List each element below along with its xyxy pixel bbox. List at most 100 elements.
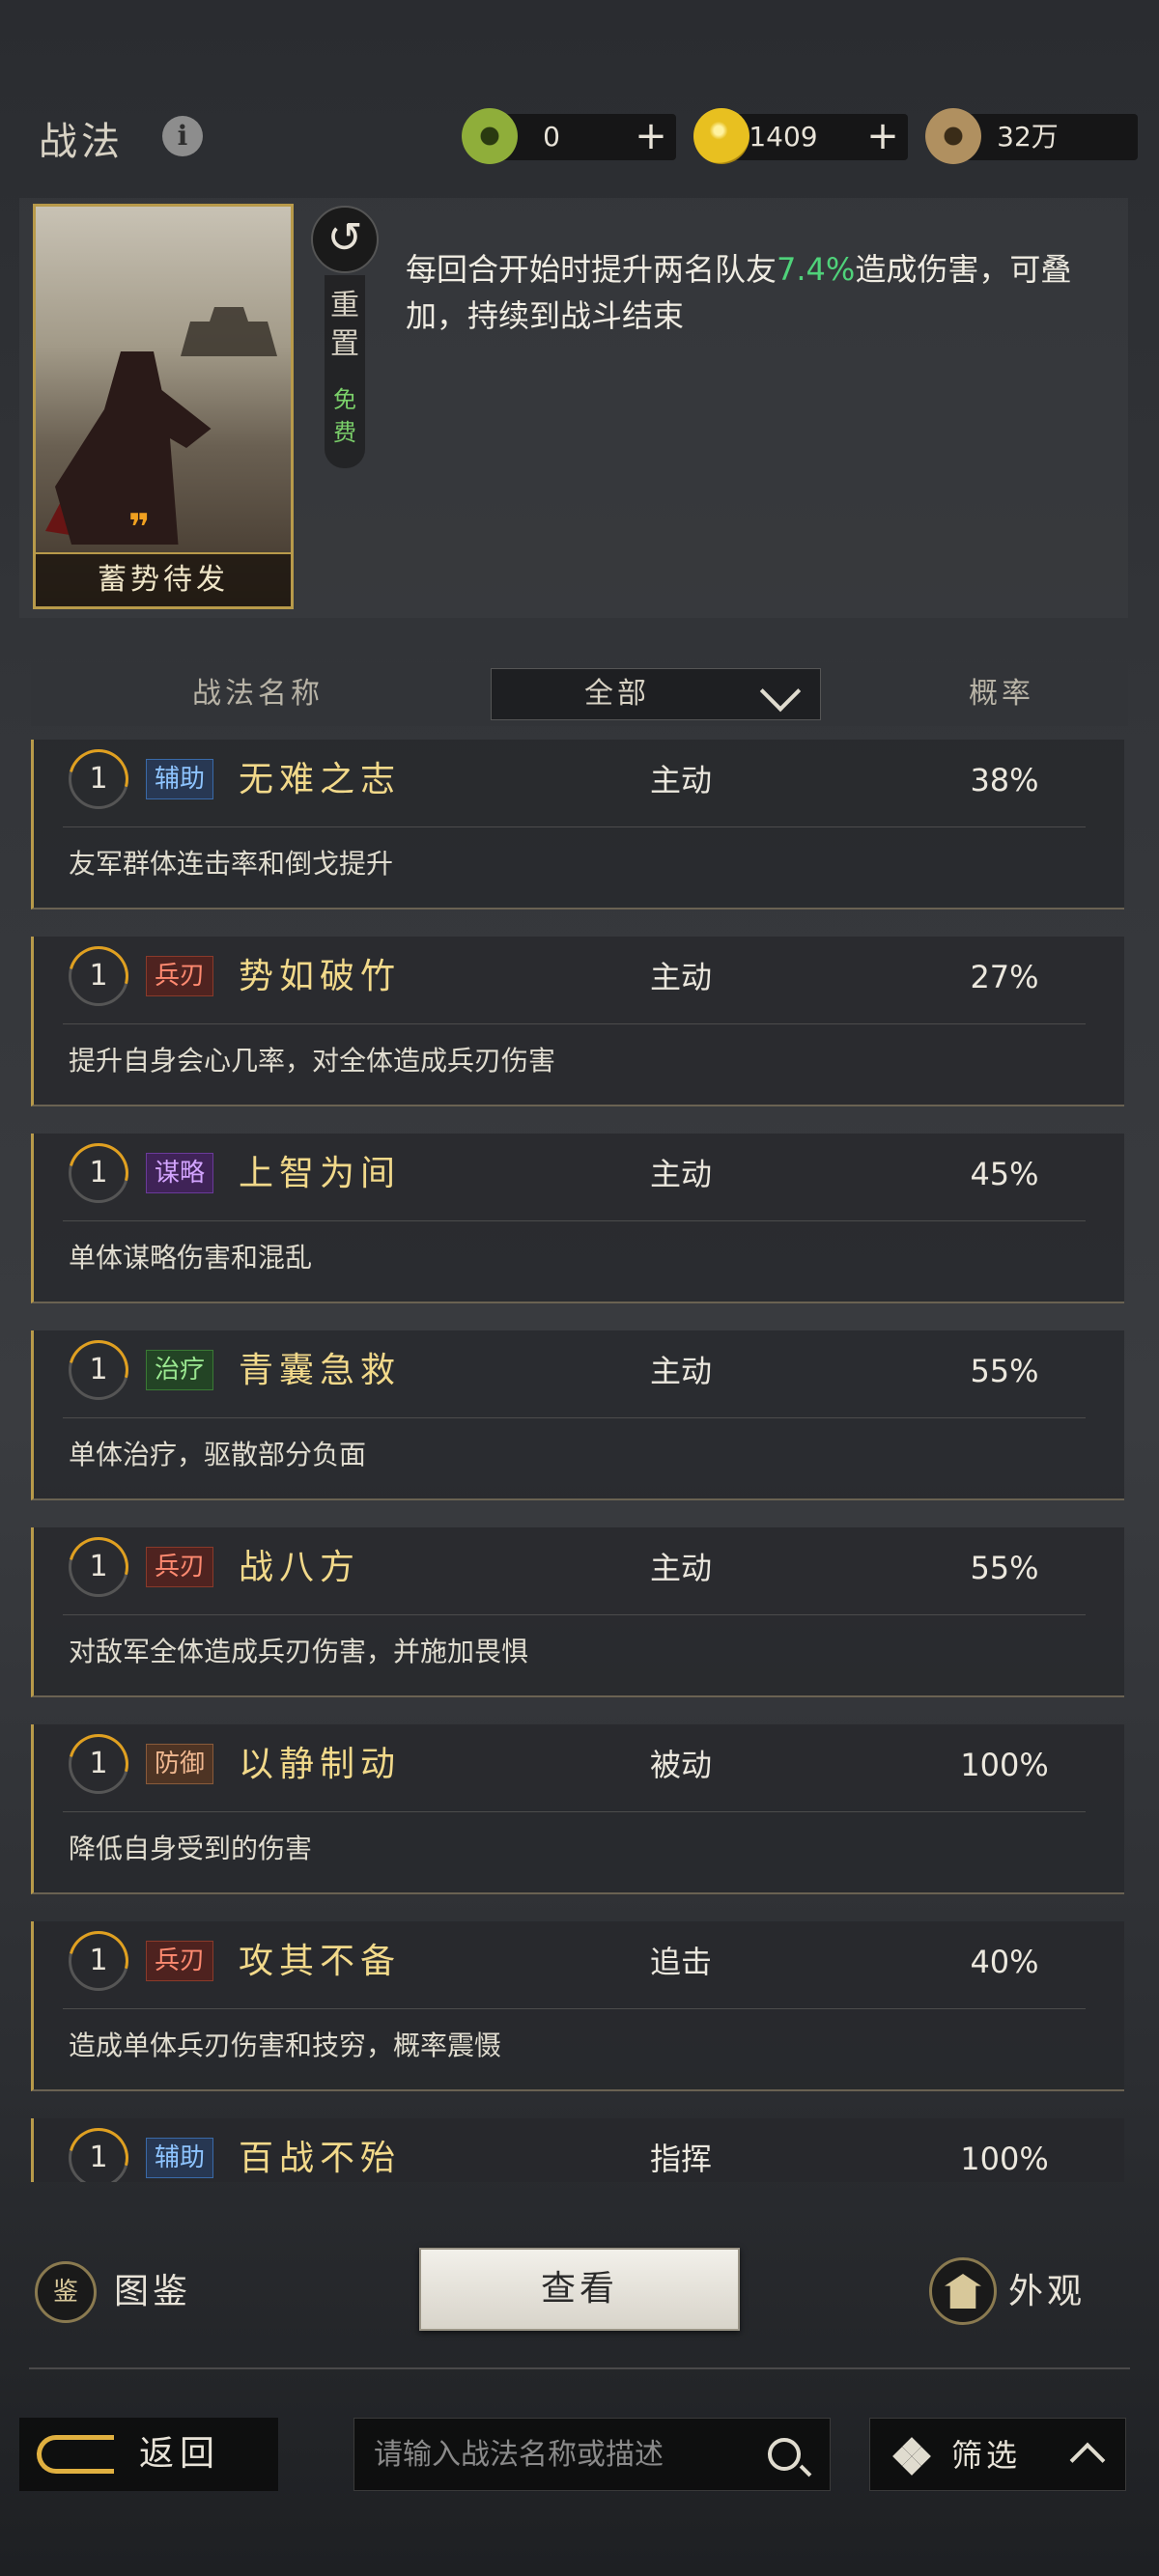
row-divider bbox=[63, 1220, 1086, 1221]
chevron-up-icon bbox=[1069, 2442, 1106, 2478]
castle-illustration bbox=[181, 307, 277, 356]
skill-desc: 单体谋略伤害和混乱 bbox=[69, 1242, 313, 1274]
filter-diamond-icon bbox=[892, 2437, 931, 2476]
skill-card[interactable]: ❜❜ 蓄势待发 bbox=[33, 204, 294, 609]
currency-jade: 0 + bbox=[462, 108, 676, 164]
skill-name: 以静制动 bbox=[239, 1745, 402, 1784]
quality-mark-icon: ❜❜ bbox=[128, 506, 150, 548]
skill-row[interactable]: 1 兵刃 势如破竹 主动 27% 提升自身会心几率，对全体造成兵刃伤害 bbox=[31, 935, 1124, 1106]
back-button[interactable]: 返回 bbox=[19, 2418, 278, 2491]
skill-rate: 45% bbox=[970, 1156, 1039, 1192]
bottom-nav: 返回 筛选 bbox=[0, 2414, 1159, 2491]
level-progress-icon bbox=[57, 1526, 140, 1609]
skill-tag: 谋略 bbox=[146, 1153, 214, 1193]
skill-type: 主动 bbox=[649, 1550, 712, 1586]
column-header-rate: 概率 bbox=[969, 677, 1034, 711]
skill-desc: 单体治疗，驱散部分负面 bbox=[69, 1439, 367, 1470]
currency-gold-value: 1409 bbox=[749, 121, 818, 153]
chevron-down-icon bbox=[759, 670, 802, 713]
view-button[interactable]: 查看 bbox=[419, 2248, 740, 2331]
level-progress-icon bbox=[57, 1722, 140, 1806]
row-divider bbox=[63, 1023, 1086, 1024]
skill-type: 主动 bbox=[649, 1156, 712, 1192]
skill-row[interactable]: 1 辅助 百战不殆 指挥 100% bbox=[31, 2116, 1124, 2182]
skill-desc: 造成单体兵刃伤害和技穷，概率震慑 bbox=[69, 2030, 502, 2061]
currency-copper-value: 32万 bbox=[997, 121, 1059, 153]
codex-button[interactable]: 图鉴 bbox=[114, 2263, 191, 2321]
skill-type: 主动 bbox=[649, 959, 712, 995]
search-input[interactable] bbox=[374, 2419, 750, 2490]
codex-icon[interactable]: 鉴 bbox=[35, 2261, 97, 2323]
action-bar: 鉴 图鉴 查看 外观 bbox=[0, 2184, 1159, 2377]
skill-list[interactable]: 1 辅助 无难之志 主动 38% 友军群体连击率和倒戈提升 1 兵刃 势如破竹 … bbox=[31, 740, 1128, 2182]
search-box[interactable] bbox=[353, 2418, 831, 2491]
skill-tag: 治疗 bbox=[146, 1350, 214, 1390]
level-progress-icon bbox=[57, 740, 140, 821]
skill-name: 上智为间 bbox=[239, 1154, 402, 1193]
skill-rate: 38% bbox=[970, 762, 1039, 798]
row-divider bbox=[63, 826, 1086, 827]
info-icon[interactable]: i bbox=[162, 116, 203, 156]
skill-tag: 防御 bbox=[146, 1744, 214, 1784]
row-divider bbox=[63, 2008, 1086, 2009]
skill-rate: 27% bbox=[970, 959, 1039, 995]
row-divider bbox=[63, 1811, 1086, 1812]
skill-rate: 100% bbox=[960, 2141, 1049, 2177]
skill-desc: 友军群体连击率和倒戈提升 bbox=[69, 848, 394, 880]
skill-name: 百战不殆 bbox=[239, 2139, 402, 2178]
skill-row[interactable]: 1 兵刃 战八方 主动 55% 对敌军全体造成兵刃伤害，并施加畏惧 bbox=[31, 1526, 1124, 1697]
page-title: 战法 bbox=[39, 120, 124, 164]
skill-tag: 兵刃 bbox=[146, 1547, 214, 1587]
back-arrow-icon bbox=[37, 2435, 114, 2474]
add-gold-button[interactable]: + bbox=[865, 114, 900, 158]
skill-card-name: 蓄势待发 bbox=[36, 552, 291, 606]
currency-jade-value: 0 bbox=[543, 121, 560, 153]
skill-rate: 55% bbox=[970, 1353, 1039, 1389]
filter-button[interactable]: 筛选 bbox=[869, 2418, 1126, 2491]
level-progress-icon bbox=[57, 1919, 140, 2002]
skill-name: 战八方 bbox=[239, 1548, 361, 1587]
back-label: 返回 bbox=[139, 2434, 221, 2474]
skill-rate: 40% bbox=[970, 1944, 1039, 1980]
table-header: 战法名称 全部 概率 bbox=[31, 662, 1128, 726]
skill-type: 追击 bbox=[649, 1944, 712, 1980]
add-jade-button[interactable]: + bbox=[634, 114, 668, 158]
row-divider bbox=[63, 1417, 1086, 1418]
skill-row[interactable]: 1 辅助 无难之志 主动 38% 友军群体连击率和倒戈提升 bbox=[31, 740, 1124, 910]
filter-label: 筛选 bbox=[951, 2437, 1022, 2474]
skill-row[interactable]: 1 谋略 上智为间 主动 45% 单体谋略伤害和混乱 bbox=[31, 1132, 1124, 1303]
reset-button[interactable]: ↺ bbox=[311, 206, 379, 273]
currency-gold: 1409 + bbox=[693, 108, 908, 164]
row-divider bbox=[63, 1614, 1086, 1615]
divider bbox=[29, 2367, 1130, 2369]
skill-tag: 兵刃 bbox=[146, 1941, 214, 1981]
skill-row[interactable]: 1 治疗 青囊急救 主动 55% 单体治疗，驱散部分负面 bbox=[31, 1329, 1124, 1500]
description-highlight: 7.4% bbox=[777, 251, 856, 288]
skill-desc: 对敌军全体造成兵刃伤害，并施加畏惧 bbox=[69, 1636, 529, 1667]
column-header-name: 战法名称 bbox=[192, 677, 324, 711]
skill-type: 主动 bbox=[649, 762, 712, 798]
skill-rate: 55% bbox=[970, 1550, 1039, 1586]
skill-row[interactable]: 1 防御 以静制动 被动 100% 降低自身受到的伤害 bbox=[31, 1722, 1124, 1894]
selected-skill-panel: ❜❜ 蓄势待发 ↺ 重置 免费 每回合开始时提升两名队友7.4%造成伤害，可叠加… bbox=[19, 198, 1128, 618]
pavilion-icon[interactable] bbox=[929, 2257, 997, 2325]
reset-label[interactable]: 重置 bbox=[330, 287, 359, 364]
skill-row[interactable]: 1 兵刃 攻其不备 追击 40% 造成单体兵刃伤害和技穷，概率震慑 bbox=[31, 1919, 1124, 2091]
skill-rate: 100% bbox=[960, 1747, 1049, 1783]
appearance-button[interactable]: 外观 bbox=[1008, 2263, 1086, 2321]
category-dropdown[interactable]: 全部 bbox=[491, 668, 821, 720]
skill-type: 被动 bbox=[649, 1747, 712, 1783]
skill-tag: 辅助 bbox=[146, 2138, 214, 2178]
skill-name: 势如破竹 bbox=[239, 957, 402, 996]
level-progress-icon bbox=[57, 2116, 140, 2182]
level-progress-icon bbox=[57, 1132, 140, 1215]
refresh-icon: ↺ bbox=[326, 213, 363, 263]
free-label: 免费 bbox=[333, 386, 356, 446]
skill-type: 主动 bbox=[649, 1353, 712, 1389]
skill-tag: 兵刃 bbox=[146, 956, 214, 996]
skill-tag: 辅助 bbox=[146, 759, 214, 799]
search-icon[interactable] bbox=[768, 2438, 801, 2471]
skill-desc: 降低自身受到的伤害 bbox=[69, 1833, 313, 1864]
level-progress-icon bbox=[57, 1329, 140, 1412]
skill-description: 每回合开始时提升两名队友7.4%造成伤害，可叠加，持续到战斗结束 bbox=[406, 251, 1072, 334]
